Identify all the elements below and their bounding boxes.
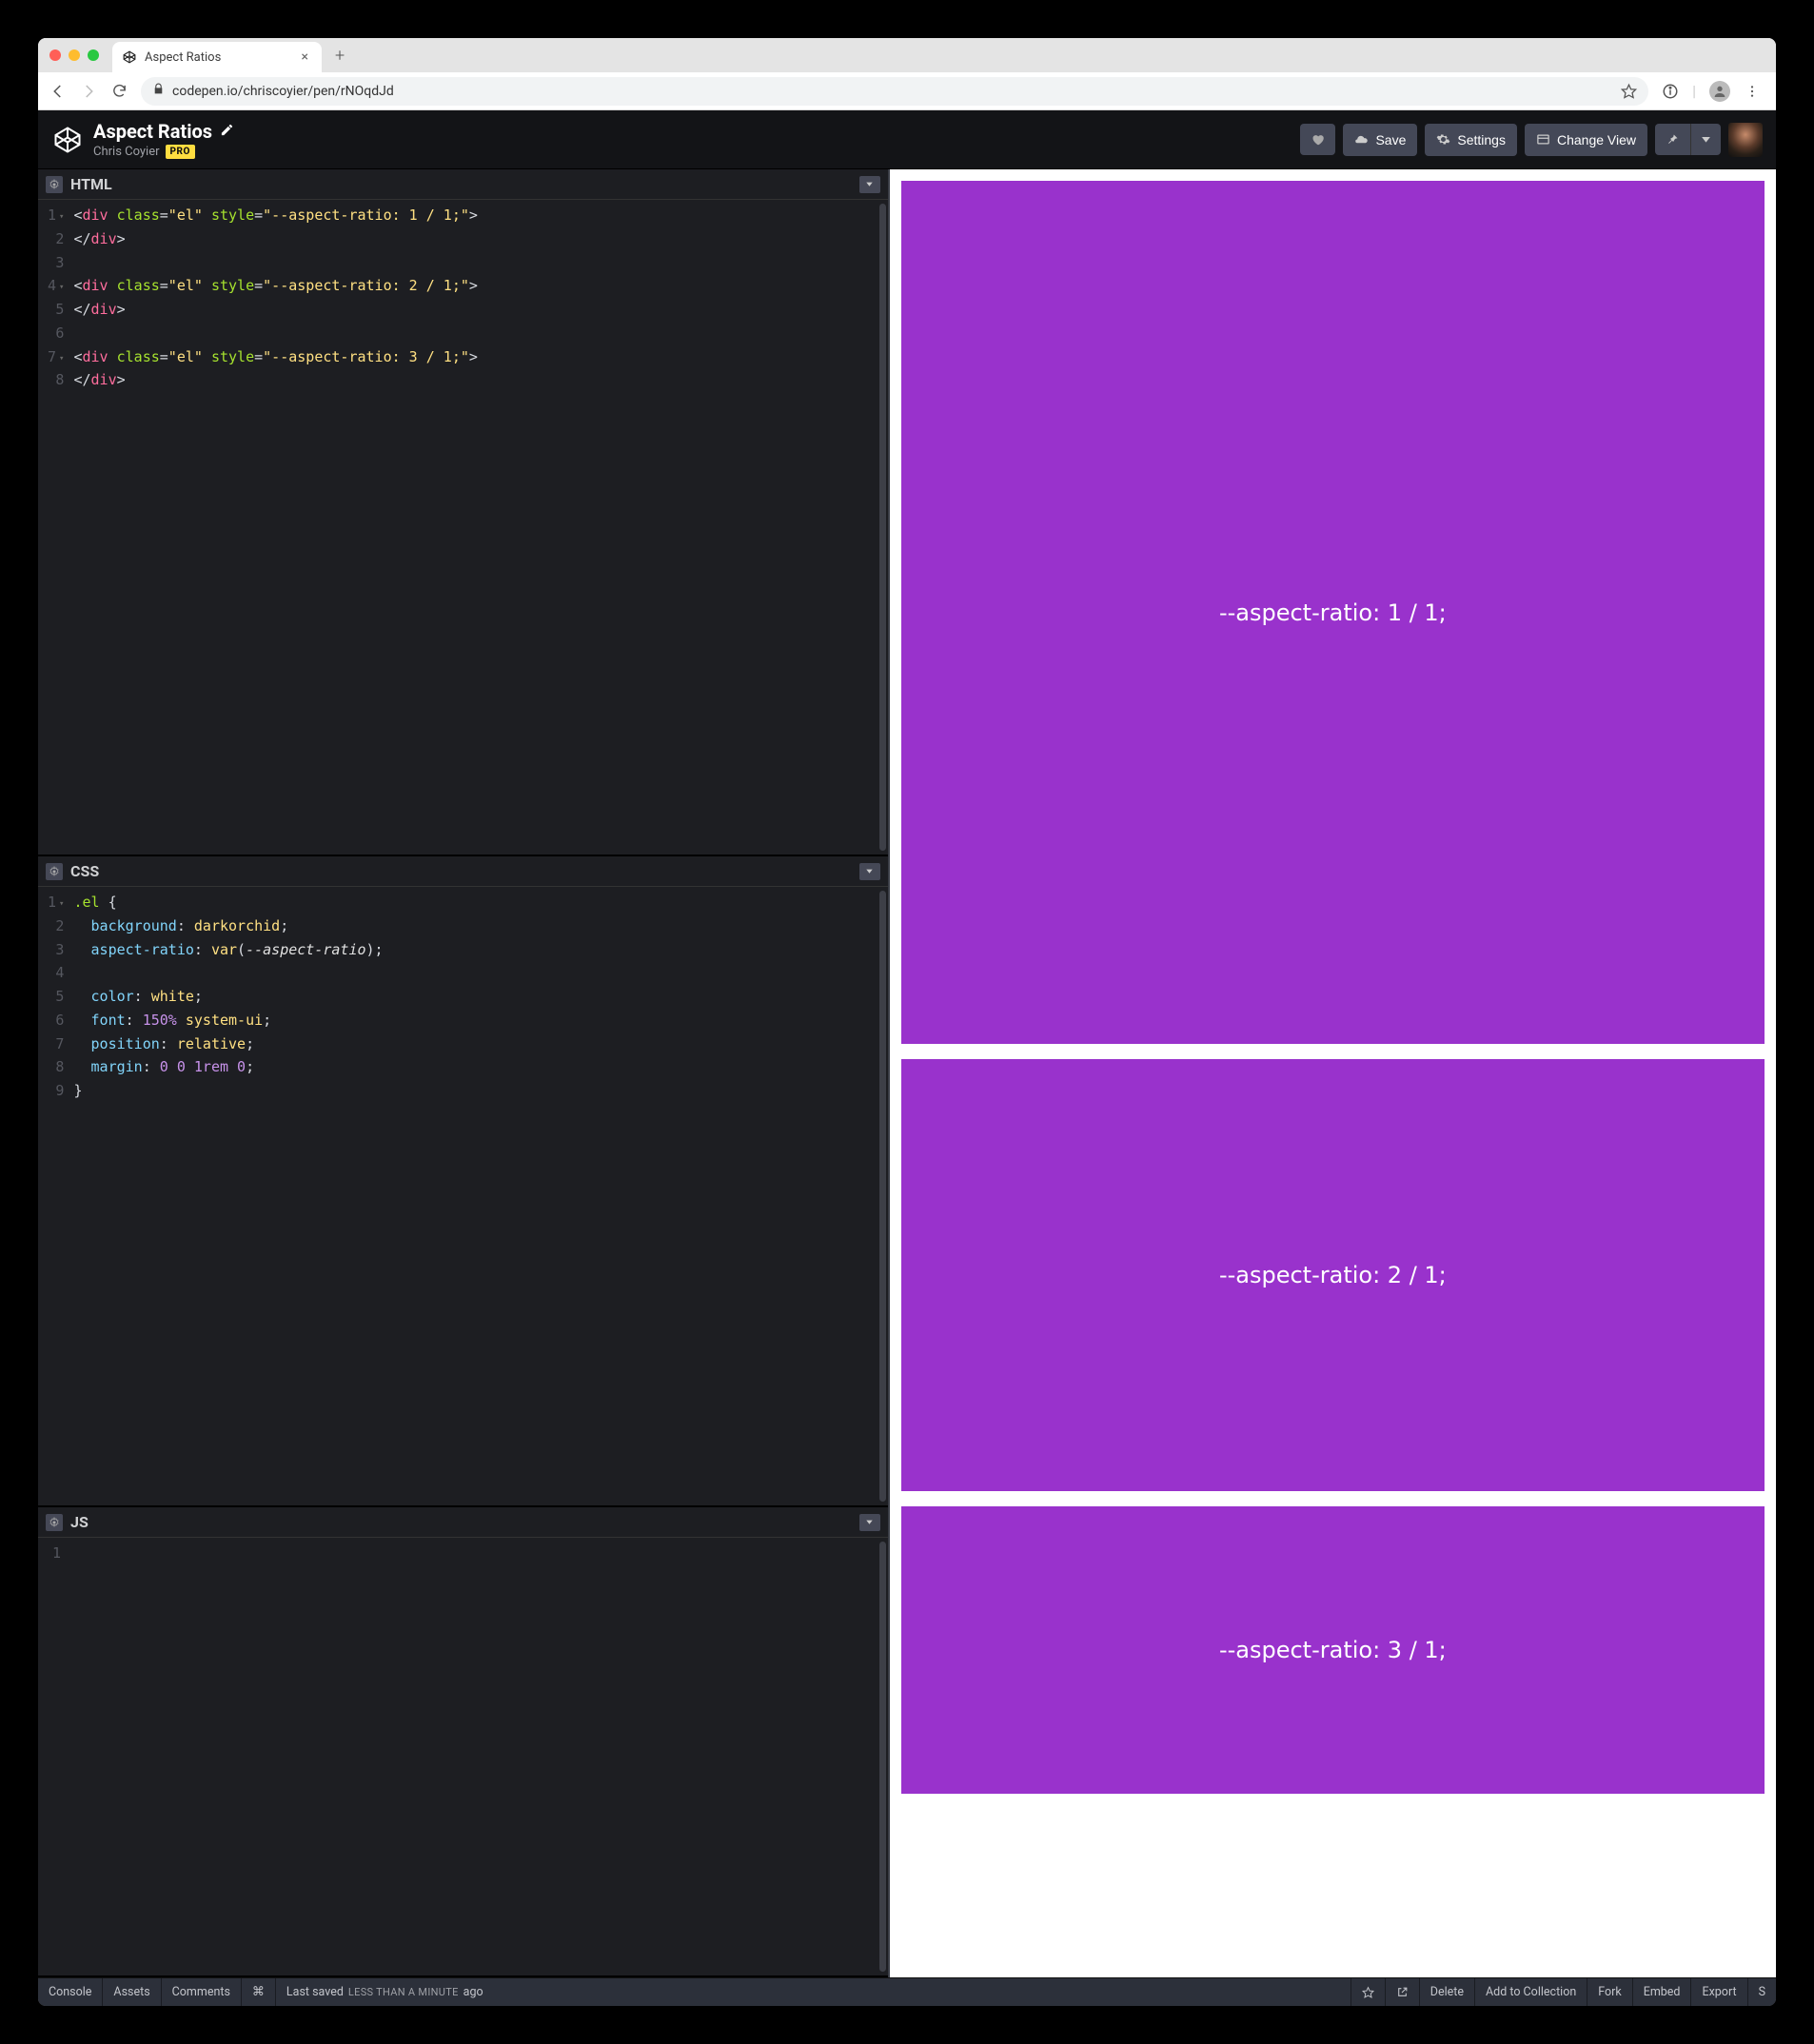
- forward-button[interactable]: [80, 83, 97, 100]
- reload-button[interactable]: [110, 83, 128, 100]
- heart-button[interactable]: [1300, 124, 1335, 155]
- css-editor[interactable]: 123456789 .el { background: darkorchid; …: [38, 887, 888, 1505]
- js-collapse-icon[interactable]: [859, 1514, 880, 1531]
- preview-box: --aspect-ratio: 1 / 1;: [901, 181, 1765, 1044]
- js-editor[interactable]: 1: [38, 1538, 888, 1975]
- console-button[interactable]: Console: [38, 1978, 103, 2006]
- css-panel: CSS 123456789 .el { background: darkorch…: [38, 856, 888, 1507]
- back-button[interactable]: [49, 83, 67, 100]
- profile-icon[interactable]: [1709, 81, 1730, 102]
- info-icon[interactable]: [1662, 83, 1679, 100]
- html-editor[interactable]: 12345678 <div class="el" style="--aspect…: [38, 200, 888, 855]
- pin-button[interactable]: [1655, 124, 1690, 155]
- embed-button[interactable]: Embed: [1632, 1978, 1691, 2006]
- user-avatar[interactable]: [1728, 123, 1763, 157]
- new-tab-button[interactable]: +: [327, 46, 352, 69]
- settings-label: Settings: [1457, 132, 1506, 147]
- js-settings-icon[interactable]: [46, 1514, 63, 1531]
- lock-icon: [152, 83, 165, 99]
- css-settings-icon[interactable]: [46, 863, 63, 880]
- main-area: HTML 12345678 <div class="el" style="--a…: [38, 169, 1776, 1977]
- browser-tab[interactable]: Aspect Ratios ×: [112, 42, 322, 72]
- save-button[interactable]: Save: [1343, 124, 1417, 156]
- app-header: Aspect Ratios Chris Coyier PRO Save: [38, 110, 1776, 169]
- html-panel-label: HTML: [70, 175, 112, 193]
- save-status: Last saved less than a minute ago: [276, 1985, 1351, 1999]
- footer-popout-icon[interactable]: [1385, 1978, 1419, 2006]
- html-panel: HTML 12345678 <div class="el" style="--a…: [38, 169, 888, 856]
- js-panel: JS 1: [38, 1507, 888, 1977]
- change-view-label: Change View: [1557, 132, 1636, 147]
- preview-box: --aspect-ratio: 2 / 1;: [901, 1059, 1765, 1491]
- delete-button[interactable]: Delete: [1419, 1978, 1474, 2006]
- footer-star-icon[interactable]: [1351, 1978, 1385, 2006]
- fork-button[interactable]: Fork: [1587, 1978, 1631, 2006]
- export-button[interactable]: Export: [1690, 1978, 1746, 2006]
- footer-bar: Console Assets Comments ⌘ Last saved les…: [38, 1977, 1776, 2006]
- comments-button[interactable]: Comments: [162, 1978, 242, 2006]
- css-panel-label: CSS: [70, 862, 99, 880]
- codepen-app: Aspect Ratios Chris Coyier PRO Save: [38, 110, 1776, 2006]
- edit-title-icon[interactable]: [220, 123, 234, 141]
- pen-author[interactable]: Chris Coyier: [93, 145, 160, 159]
- html-settings-icon[interactable]: [46, 176, 63, 193]
- star-icon[interactable]: [1620, 83, 1637, 100]
- browser-tabstrip: Aspect Ratios × +: [38, 38, 1776, 72]
- maximize-window-button[interactable]: [88, 49, 99, 61]
- browser-window: Aspect Ratios × + codepen.io/chriscoyier…: [38, 38, 1776, 2006]
- js-panel-label: JS: [70, 1513, 89, 1531]
- codepen-logo-icon[interactable]: [51, 124, 84, 156]
- editor-column: HTML 12345678 <div class="el" style="--a…: [38, 169, 890, 1977]
- preview-pane: --aspect-ratio: 1 / 1;--aspect-ratio: 2 …: [890, 169, 1776, 1977]
- preview-box: --aspect-ratio: 3 / 1;: [901, 1506, 1765, 1794]
- css-collapse-icon[interactable]: [859, 863, 880, 880]
- url-text: codepen.io/chriscoyier/pen/rNOqdJd: [172, 84, 394, 99]
- tab-title: Aspect Ratios: [145, 50, 221, 65]
- settings-button[interactable]: Settings: [1425, 124, 1517, 156]
- html-collapse-icon[interactable]: [859, 176, 880, 193]
- share-button[interactable]: S: [1747, 1978, 1776, 2006]
- shortcuts-button[interactable]: ⌘: [242, 1978, 276, 2006]
- codepen-favicon-icon: [122, 49, 137, 65]
- change-view-button[interactable]: Change View: [1525, 124, 1647, 156]
- window-controls: [44, 49, 107, 65]
- save-label: Save: [1375, 132, 1406, 147]
- assets-button[interactable]: Assets: [103, 1978, 161, 2006]
- add-to-collection-button[interactable]: Add to Collection: [1474, 1978, 1587, 2006]
- close-tab-icon[interactable]: ×: [298, 49, 312, 65]
- pro-badge: PRO: [166, 145, 195, 159]
- pen-title: Aspect Ratios: [93, 120, 212, 143]
- address-bar[interactable]: codepen.io/chriscoyier/pen/rNOqdJd: [141, 77, 1648, 106]
- kebab-menu-icon[interactable]: [1744, 83, 1761, 100]
- close-window-button[interactable]: [49, 49, 61, 61]
- pin-dropdown-button[interactable]: [1690, 124, 1721, 155]
- minimize-window-button[interactable]: [69, 49, 80, 61]
- browser-toolbar: codepen.io/chriscoyier/pen/rNOqdJd |: [38, 72, 1776, 110]
